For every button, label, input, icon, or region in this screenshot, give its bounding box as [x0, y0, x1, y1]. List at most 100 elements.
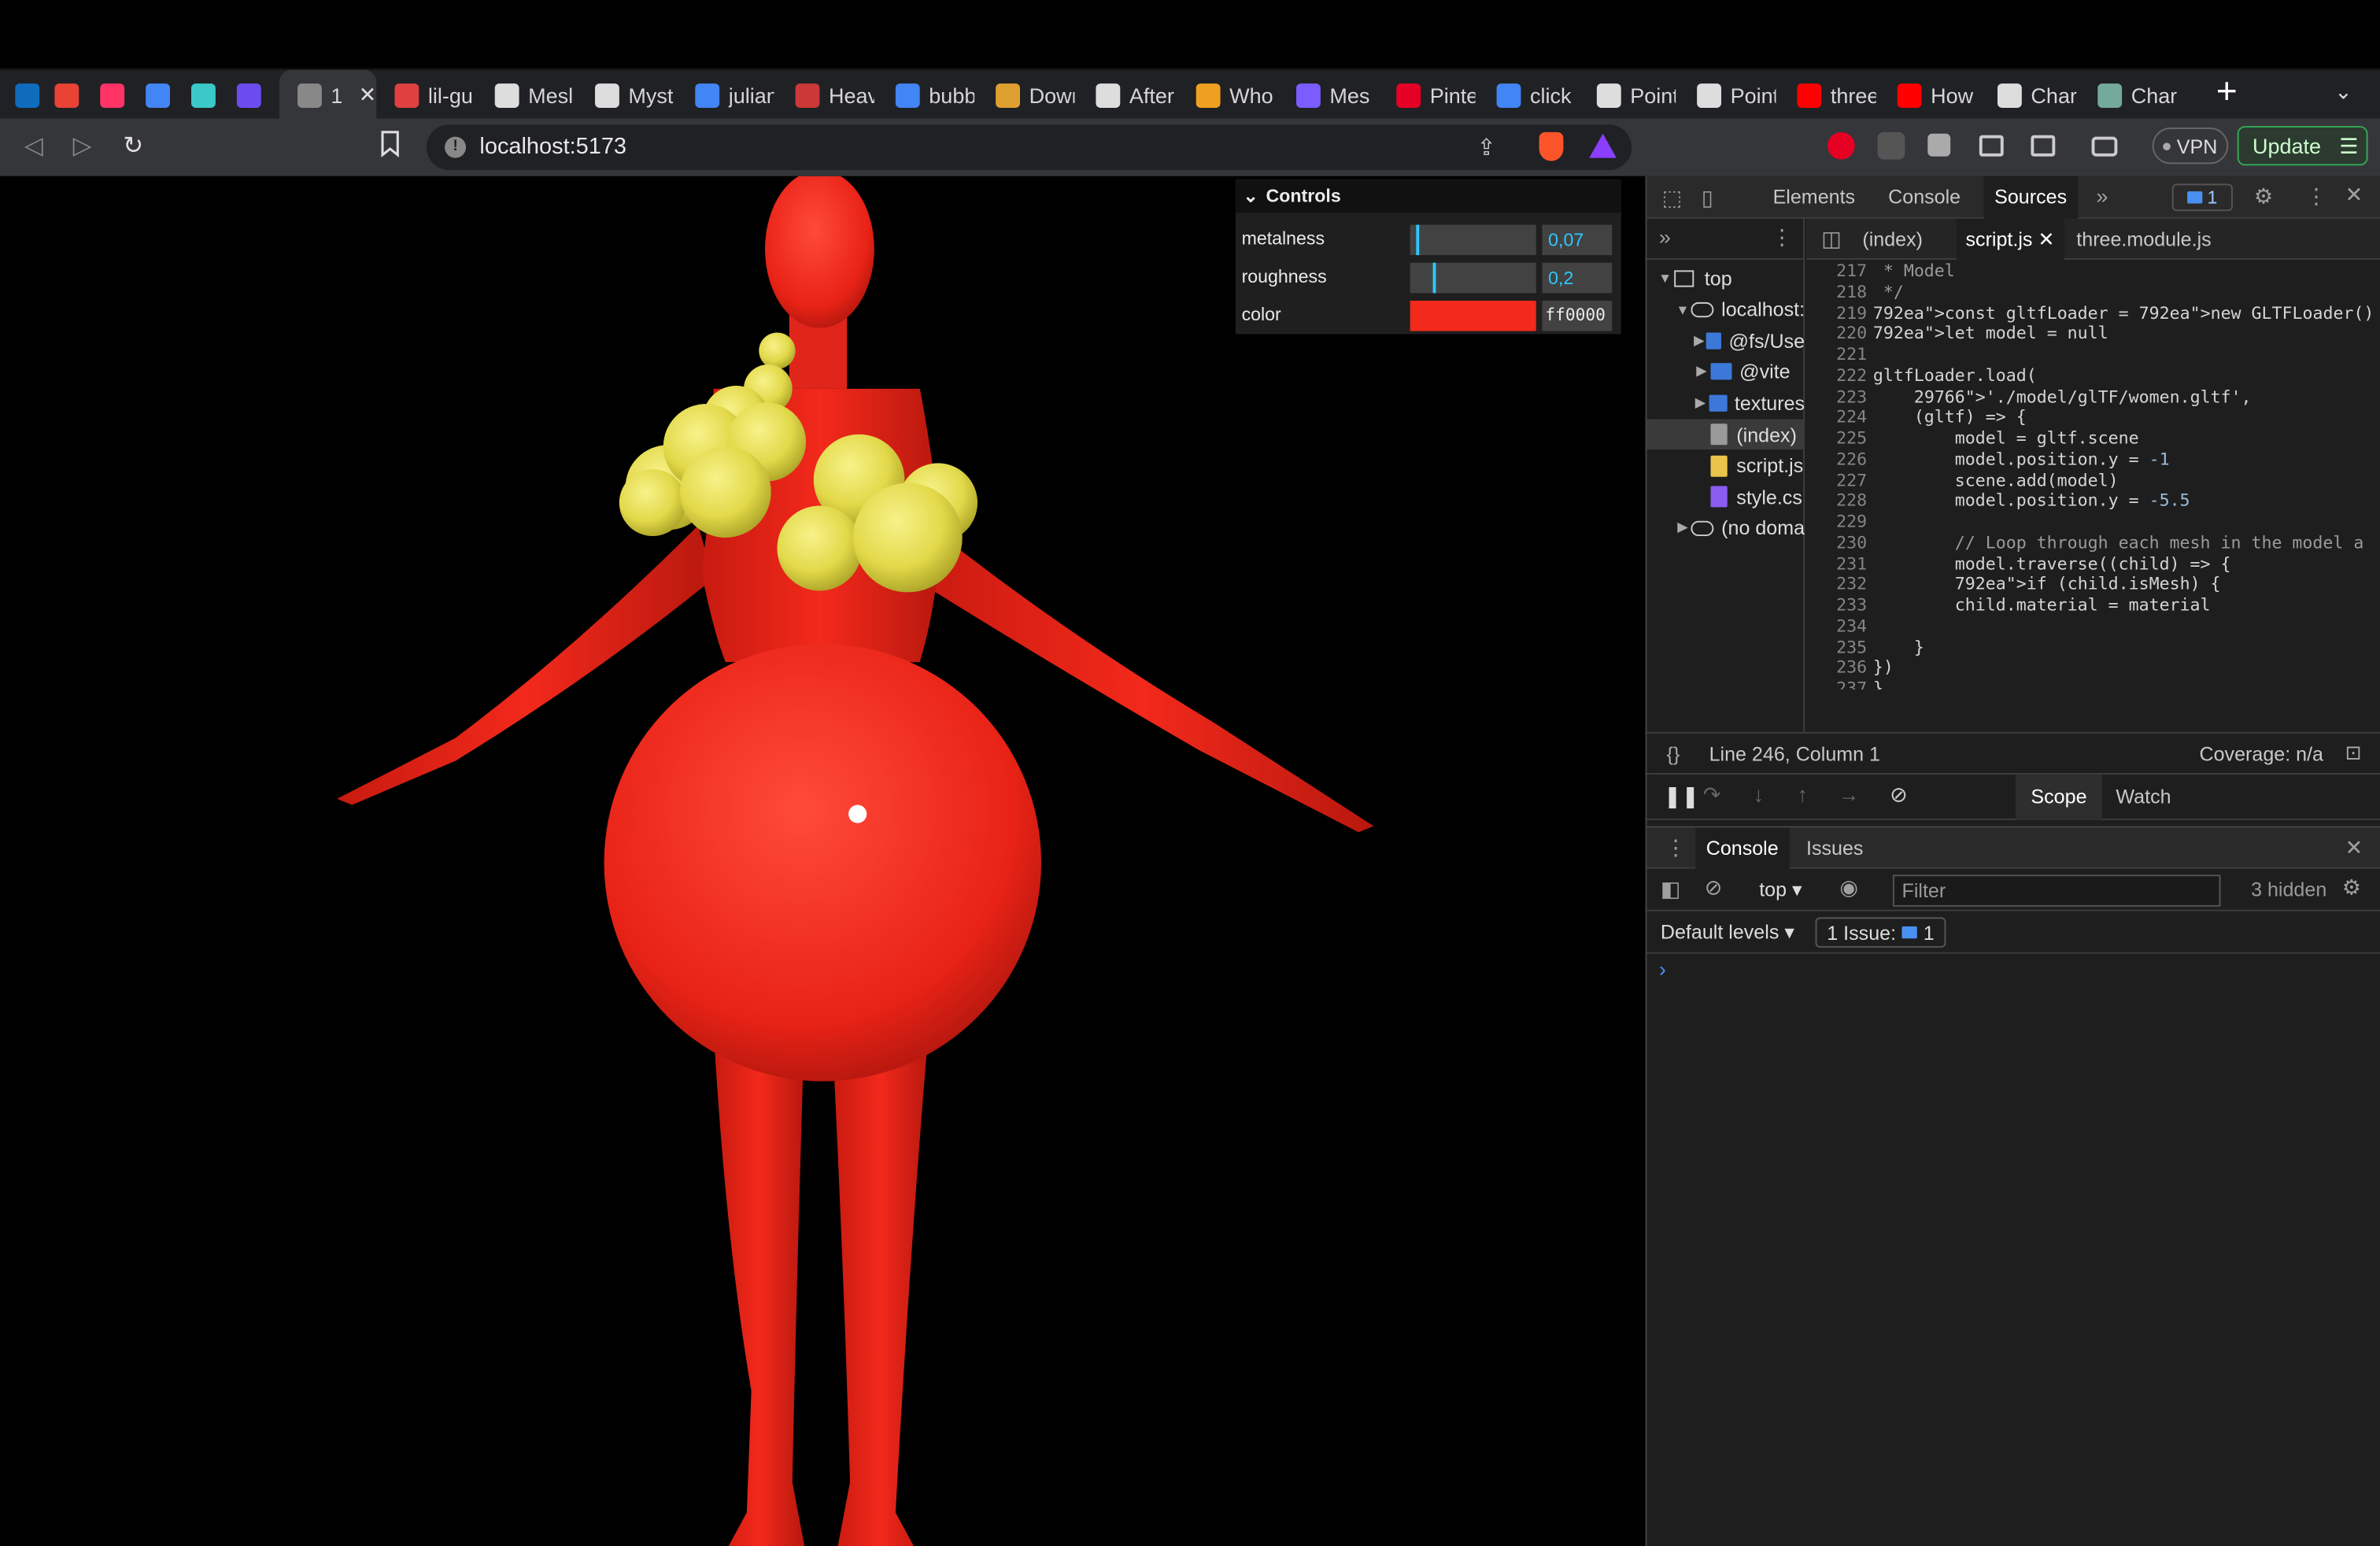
browser-tab[interactable]: Heav: [777, 70, 877, 120]
url-text[interactable]: localhost:5173: [479, 134, 626, 160]
line-number[interactable]: 218: [1806, 282, 1873, 303]
line-number[interactable]: 231: [1806, 553, 1873, 575]
tree-item[interactable]: ▼ localhost:: [1646, 294, 1805, 324]
tab-watch[interactable]: Watch: [2116, 775, 2171, 820]
browser-tab[interactable]: [6, 70, 46, 120]
toggle-navigator-icon[interactable]: ◫: [1821, 226, 1842, 252]
drawer-tab-console[interactable]: Console: [1695, 827, 1790, 871]
step-into-icon[interactable]: ↓: [1753, 782, 1764, 807]
browser-tab[interactable]: Char: [2079, 70, 2179, 120]
line-number[interactable]: 223: [1806, 386, 1873, 408]
browser-tab[interactable]: click: [1478, 70, 1578, 120]
browser-tab[interactable]: [46, 70, 91, 120]
code-line[interactable]: 226 model.position.y = -1: [1806, 449, 2380, 471]
inspect-element-icon[interactable]: ⬚: [1662, 185, 1683, 211]
browser-tab[interactable]: Who: [1178, 70, 1278, 120]
line-number[interactable]: 217: [1806, 261, 1873, 283]
line-number[interactable]: 227: [1806, 470, 1873, 491]
code-line[interactable]: 234: [1806, 616, 2380, 638]
close-devtools-icon[interactable]: ✕: [2345, 183, 2363, 209]
expand-triangle-icon[interactable]: ▼: [1656, 270, 1674, 285]
brave-rewards-icon[interactable]: [1589, 133, 1617, 158]
collapse-triangle-icon[interactable]: ▶: [1674, 520, 1691, 536]
line-number[interactable]: 229: [1806, 512, 1873, 533]
step-out-icon[interactable]: ↑: [1797, 782, 1808, 807]
tree-item[interactable]: (index): [1646, 419, 1805, 450]
pause-icon[interactable]: ❚❚: [1664, 784, 1699, 810]
drawer-tab-issues[interactable]: Issues: [1806, 827, 1863, 870]
browser-tab[interactable]: [182, 70, 227, 120]
browser-tab[interactable]: [91, 70, 137, 120]
line-number[interactable]: 224: [1806, 408, 1873, 429]
line-number[interactable]: 226: [1806, 449, 1873, 471]
pretty-print-icon[interactable]: {}: [1667, 742, 1680, 765]
share-icon[interactable]: ⇪: [1476, 134, 1495, 161]
line-number[interactable]: 235: [1806, 637, 1873, 658]
collapse-triangle-icon[interactable]: ▶: [1692, 394, 1708, 411]
back-button[interactable]: ◁: [24, 131, 43, 161]
roughness-slider[interactable]: [1410, 262, 1536, 294]
editor-tab-index[interactable]: (index): [1862, 219, 1923, 260]
reading-list-icon[interactable]: [1979, 135, 2004, 157]
expand-triangle-icon[interactable]: ▼: [1674, 301, 1691, 316]
line-number[interactable]: 220: [1806, 324, 1873, 345]
more-panes-icon[interactable]: »: [1659, 225, 1671, 250]
line-number[interactable]: 228: [1806, 491, 1873, 512]
metalness-input[interactable]: 0,07: [1542, 224, 1613, 256]
navigator-menu-icon[interactable]: ⋮: [1772, 225, 1793, 251]
browser-tab[interactable]: [227, 70, 279, 120]
code-line[interactable]: 219 792ea">const gltfLoader = 792ea">new …: [1806, 303, 2380, 324]
tree-item[interactable]: ▶ (no doma: [1646, 513, 1805, 544]
code-line[interactable]: 228 model.position.y = -5.5: [1806, 491, 2380, 512]
collapse-triangle-icon[interactable]: ▶: [1692, 364, 1710, 380]
browser-tab[interactable]: How: [1879, 70, 1979, 120]
extension-icon[interactable]: [1877, 131, 1905, 160]
tree-item[interactable]: script.js: [1646, 450, 1805, 481]
tab-elements[interactable]: Elements: [1773, 176, 1856, 219]
gui-title[interactable]: ⌄ Controls: [1235, 179, 1621, 213]
metalness-slider[interactable]: [1410, 224, 1536, 256]
code-line[interactable]: 225 model = gltf.scene: [1806, 428, 2380, 449]
puzzle-extensions-icon[interactable]: [1927, 133, 1951, 157]
code-line[interactable]: 220 792ea">let model = null: [1806, 324, 2380, 345]
code-line[interactable]: 229: [1806, 512, 2380, 533]
browser-tab[interactable]: After: [1077, 70, 1177, 120]
console-sidebar-icon[interactable]: ◧: [1661, 876, 1681, 902]
code-line[interactable]: 222 gltfLoader.load(: [1806, 365, 2380, 386]
collapse-triangle-icon[interactable]: ▶: [1692, 332, 1706, 349]
tree-item[interactable]: ▼ top: [1646, 263, 1805, 294]
browser-tab[interactable]: lil-gu: [376, 70, 476, 120]
forward-button[interactable]: ▷: [73, 131, 92, 161]
code-line[interactable]: 224 (gltf) => {: [1806, 408, 2380, 429]
line-number[interactable]: 222: [1806, 365, 1873, 386]
kebab-menu-icon[interactable]: ⋮: [2305, 183, 2326, 209]
browser-tab[interactable]: Point: [1679, 70, 1779, 120]
line-number[interactable]: 237: [1806, 679, 1873, 690]
line-number[interactable]: 233: [1806, 595, 1873, 616]
code-line[interactable]: 235 }: [1806, 637, 2380, 658]
tab-scope[interactable]: Scope: [2016, 774, 2102, 820]
console-filter-input[interactable]: Filter: [1892, 875, 2221, 907]
color-swatch[interactable]: [1410, 300, 1536, 331]
tree-item[interactable]: ▶ @fs/Use: [1646, 325, 1805, 356]
browser-tab[interactable]: bubb: [878, 70, 978, 120]
close-drawer-icon[interactable]: ✕: [2345, 835, 2363, 861]
roughness-input[interactable]: 0,2: [1542, 262, 1613, 294]
site-info-icon[interactable]: !: [445, 136, 467, 158]
new-tab-button[interactable]: +: [2216, 74, 2238, 111]
deactivate-breakpoints-icon[interactable]: ⊘: [1890, 782, 1908, 808]
vpn-button[interactable]: VPN: [2152, 128, 2229, 165]
code-line[interactable]: 223 29766">'./model/glTF/women.gltf',: [1806, 386, 2380, 408]
color-hex-input[interactable]: ff0000: [1542, 300, 1613, 331]
browser-tab[interactable]: Myst: [577, 70, 677, 120]
coverage-toggle-icon[interactable]: ⊡: [2345, 741, 2362, 765]
code-line[interactable]: 236}): [1806, 658, 2380, 679]
browser-tab[interactable]: [137, 70, 183, 120]
line-number[interactable]: 234: [1806, 616, 1873, 638]
browser-tab[interactable]: 1: ✕: [279, 69, 377, 120]
pinterest-extension-icon[interactable]: [1827, 131, 1855, 160]
close-tab-icon[interactable]: ✕: [359, 82, 377, 108]
code-line[interactable]: 237}: [1806, 679, 2380, 690]
eye-icon[interactable]: ◉: [1839, 875, 1858, 901]
tab-sources[interactable]: Sources: [1983, 176, 2078, 219]
